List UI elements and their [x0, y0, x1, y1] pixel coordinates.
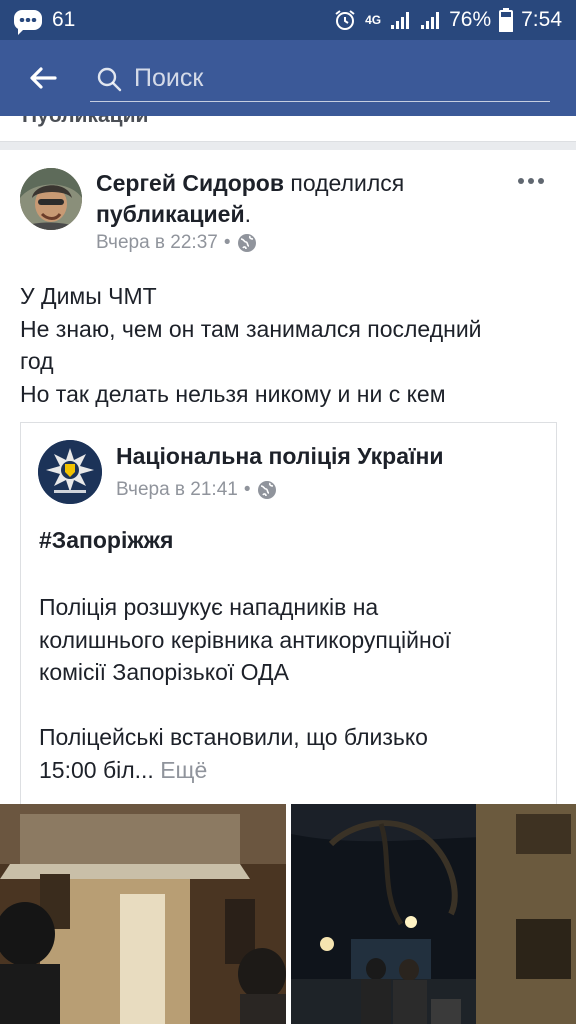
shared-body: Поліція розшукує нападників на колишньог…	[39, 591, 549, 786]
shared-line: комісії Запорізької ОДА	[39, 659, 289, 685]
police-logo[interactable]	[38, 440, 102, 504]
page-name[interactable]: Національна поліція України	[116, 443, 443, 470]
more-options-button[interactable]	[518, 174, 548, 188]
clock: 7:54	[521, 8, 562, 31]
shared-object-link[interactable]: публикацией	[96, 201, 245, 227]
post-body: У Димы ЧМТ Не знаю, чем он там занимался…	[20, 280, 560, 410]
post-line: год	[20, 348, 54, 374]
section-title: Публикации	[22, 116, 148, 128]
post-header-text: Сергей Сидоров поделился публикацией.	[96, 168, 496, 230]
post-meta: Вчера в 22:37 •	[96, 232, 257, 254]
post-line: Не знаю, чем он там занимался последний	[20, 315, 482, 342]
globe-icon	[237, 234, 256, 252]
post-card: Сергей Сидоров поделился публикацией. Вч…	[0, 150, 576, 1024]
battery-icon	[499, 8, 514, 32]
avatar[interactable]	[20, 168, 82, 230]
messenger-notification-icon	[14, 10, 42, 35]
more-dot-3	[538, 178, 544, 184]
object-suffix: .	[244, 201, 251, 227]
network-type-label: 4G	[365, 13, 382, 27]
see-more-link[interactable]: Ещё	[160, 757, 207, 783]
shared-line-last: 15:00 біл... Ещё	[39, 754, 549, 787]
post-line: У Димы ЧМТ	[20, 283, 157, 309]
author-name[interactable]: Сергей Сидоров	[96, 170, 284, 196]
action-text: поделился	[284, 170, 405, 196]
photo-building-entrance[interactable]	[0, 804, 286, 1024]
hashtag-link[interactable]: #Запоріжжя	[39, 527, 173, 554]
search-icon	[97, 67, 122, 91]
post-line: Но так делать нельзя никому и ни с кем	[20, 380, 446, 407]
meta-separator: •	[243, 479, 251, 500]
signal-icon	[389, 9, 411, 31]
search-bar[interactable]	[90, 56, 550, 102]
shared-timestamp[interactable]: Вчера в 21:41	[116, 479, 238, 501]
back-button[interactable]	[0, 40, 86, 116]
shared-line: Поліцейські встановили, що близько	[39, 724, 428, 750]
shared-line: Поліція розшукує нападників на	[39, 594, 379, 620]
photo-street-night[interactable]	[291, 804, 576, 1024]
app-bar	[0, 40, 576, 116]
battery-percent: 76%	[449, 8, 492, 31]
shared-post[interactable]: Національна поліція України Вчера в 21:4…	[20, 422, 557, 862]
signal-icon-2	[419, 9, 441, 31]
post-timestamp[interactable]: Вчера в 22:37	[96, 232, 218, 254]
section-header: Публикации	[0, 116, 576, 142]
arrow-left-icon	[30, 67, 57, 89]
more-dot-2	[528, 178, 534, 184]
truncated-text: 15:00 біл...	[39, 756, 154, 783]
shared-post-meta: Вчера в 21:41 •	[116, 479, 277, 501]
alarm-icon	[333, 8, 357, 32]
search-input[interactable]	[134, 64, 534, 93]
notification-count: 61	[52, 8, 76, 31]
status-bar: 61 4G 76% 7:54	[0, 0, 576, 40]
globe-icon	[257, 481, 276, 499]
meta-separator: •	[223, 232, 231, 253]
more-dots-icon	[518, 178, 524, 184]
shared-line: колишнього керівника антикорупційної	[39, 626, 451, 653]
